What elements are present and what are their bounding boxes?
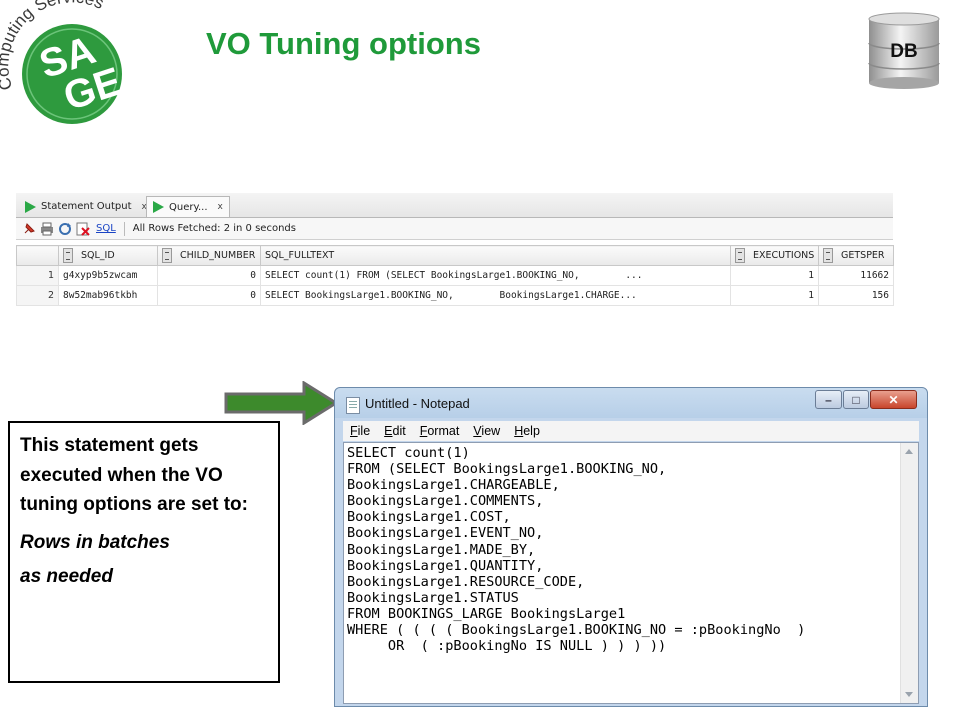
menu-help[interactable]: Help xyxy=(514,424,540,438)
column-header-executions[interactable]: EXECUTIONS xyxy=(730,245,819,266)
notepad-text-area[interactable]: SELECT count(1) FROM (SELECT BookingsLar… xyxy=(343,442,919,704)
explanation-callout: This statement gets executed when the VO… xyxy=(8,421,280,683)
print-icon[interactable] xyxy=(40,222,54,236)
results-grid: SQL_ID CHILD_NUMBER SQL_FULLTEXT EXECUTI… xyxy=(16,245,894,306)
tab-statement-output[interactable]: Statement Output x xyxy=(18,196,154,217)
row-number: 1 xyxy=(16,265,59,286)
cell-sql-id[interactable]: 8w52mab96tkbh xyxy=(58,285,158,306)
cell-executions[interactable]: 1 xyxy=(730,285,819,306)
row-number-header xyxy=(16,245,59,266)
column-type-icon xyxy=(162,248,172,263)
notepad-titlebar[interactable]: Untitled - Notepad – □ ✕ xyxy=(335,388,927,420)
callout-option-as-needed: as needed xyxy=(20,565,113,587)
delete-icon[interactable] xyxy=(76,222,90,236)
pointer-arrow xyxy=(224,381,339,425)
callout-text: This statement gets executed when the VO… xyxy=(20,435,248,515)
pin-icon[interactable] xyxy=(22,222,36,236)
notepad-content[interactable]: SELECT count(1) FROM (SELECT BookingsLar… xyxy=(347,445,805,654)
notepad-window: Untitled - Notepad – □ ✕ File Edit Forma… xyxy=(334,387,928,707)
output-tabstrip: Statement Output x Query... x xyxy=(16,193,893,218)
maximize-button[interactable]: □ xyxy=(843,390,869,409)
cell-sql-fulltext[interactable]: SELECT BookingsLarge1.BOOKING_NO, Bookin… xyxy=(260,285,731,306)
tab-label: Query... xyxy=(169,201,208,213)
database-icon: DB xyxy=(866,10,942,90)
menu-view[interactable]: View xyxy=(473,424,500,438)
column-header-getsper[interactable]: GETSPER xyxy=(818,245,894,266)
tab-close-icon[interactable]: x xyxy=(218,202,223,212)
sage-logo: Computing Services SA GE xyxy=(0,0,127,124)
grid-header-row: SQL_ID CHILD_NUMBER SQL_FULLTEXT EXECUTI… xyxy=(16,245,894,266)
slide-title: VO Tuning options xyxy=(206,26,481,61)
run-icon xyxy=(153,201,164,213)
column-header-child-number[interactable]: CHILD_NUMBER xyxy=(157,245,261,266)
scroll-up-icon[interactable] xyxy=(905,449,913,454)
column-header-sql-fulltext[interactable]: SQL_FULLTEXT xyxy=(260,245,731,266)
column-type-icon xyxy=(823,248,833,263)
notepad-menubar: File Edit Format View Help xyxy=(343,421,919,441)
run-icon xyxy=(25,200,36,213)
table-row[interactable]: 1 g4xyp9b5zwcam 0 SELECT count(1) FROM (… xyxy=(16,265,894,286)
menu-edit[interactable]: Edit xyxy=(384,424,406,438)
cell-child-number[interactable]: 0 xyxy=(157,265,261,286)
column-type-icon xyxy=(63,248,73,263)
notepad-title: Untitled - Notepad xyxy=(365,396,470,411)
sql-link[interactable]: SQL xyxy=(96,223,116,234)
scroll-down-icon[interactable] xyxy=(905,692,913,697)
tab-label: Statement Output xyxy=(41,201,132,212)
close-button[interactable]: ✕ xyxy=(870,390,917,409)
db-label: DB xyxy=(890,41,917,62)
menu-format[interactable]: Format xyxy=(420,424,460,438)
table-row[interactable]: 2 8w52mab96tkbh 0 SELECT BookingsLarge1.… xyxy=(16,285,894,306)
minimize-button[interactable]: – xyxy=(815,390,842,409)
vertical-scrollbar[interactable] xyxy=(900,443,918,703)
toolbar-divider xyxy=(123,221,125,236)
sql-developer-results-panel: Statement Output x Query... x SQL All Ro… xyxy=(16,193,894,306)
fetch-status: All Rows Fetched: 2 in 0 seconds xyxy=(132,223,296,234)
cell-sql-fulltext[interactable]: SELECT count(1) FROM (SELECT BookingsLar… xyxy=(260,265,731,286)
notepad-icon xyxy=(346,397,360,414)
cell-getsper[interactable]: 156 xyxy=(818,285,894,306)
column-type-icon xyxy=(735,248,745,263)
cell-sql-id[interactable]: g4xyp9b5zwcam xyxy=(58,265,158,286)
cell-child-number[interactable]: 0 xyxy=(157,285,261,306)
cell-executions[interactable]: 1 xyxy=(730,265,819,286)
callout-option-rows-in-batches: Rows in batches xyxy=(20,531,170,553)
tab-query-result[interactable]: Query... x xyxy=(146,196,230,217)
refresh-icon[interactable] xyxy=(58,222,72,236)
results-toolbar: SQL All Rows Fetched: 2 in 0 seconds xyxy=(16,218,893,240)
cell-getsper[interactable]: 11662 xyxy=(818,265,894,286)
row-number: 2 xyxy=(16,285,59,306)
menu-file[interactable]: File xyxy=(350,424,370,438)
column-header-sql-id[interactable]: SQL_ID xyxy=(58,245,158,266)
